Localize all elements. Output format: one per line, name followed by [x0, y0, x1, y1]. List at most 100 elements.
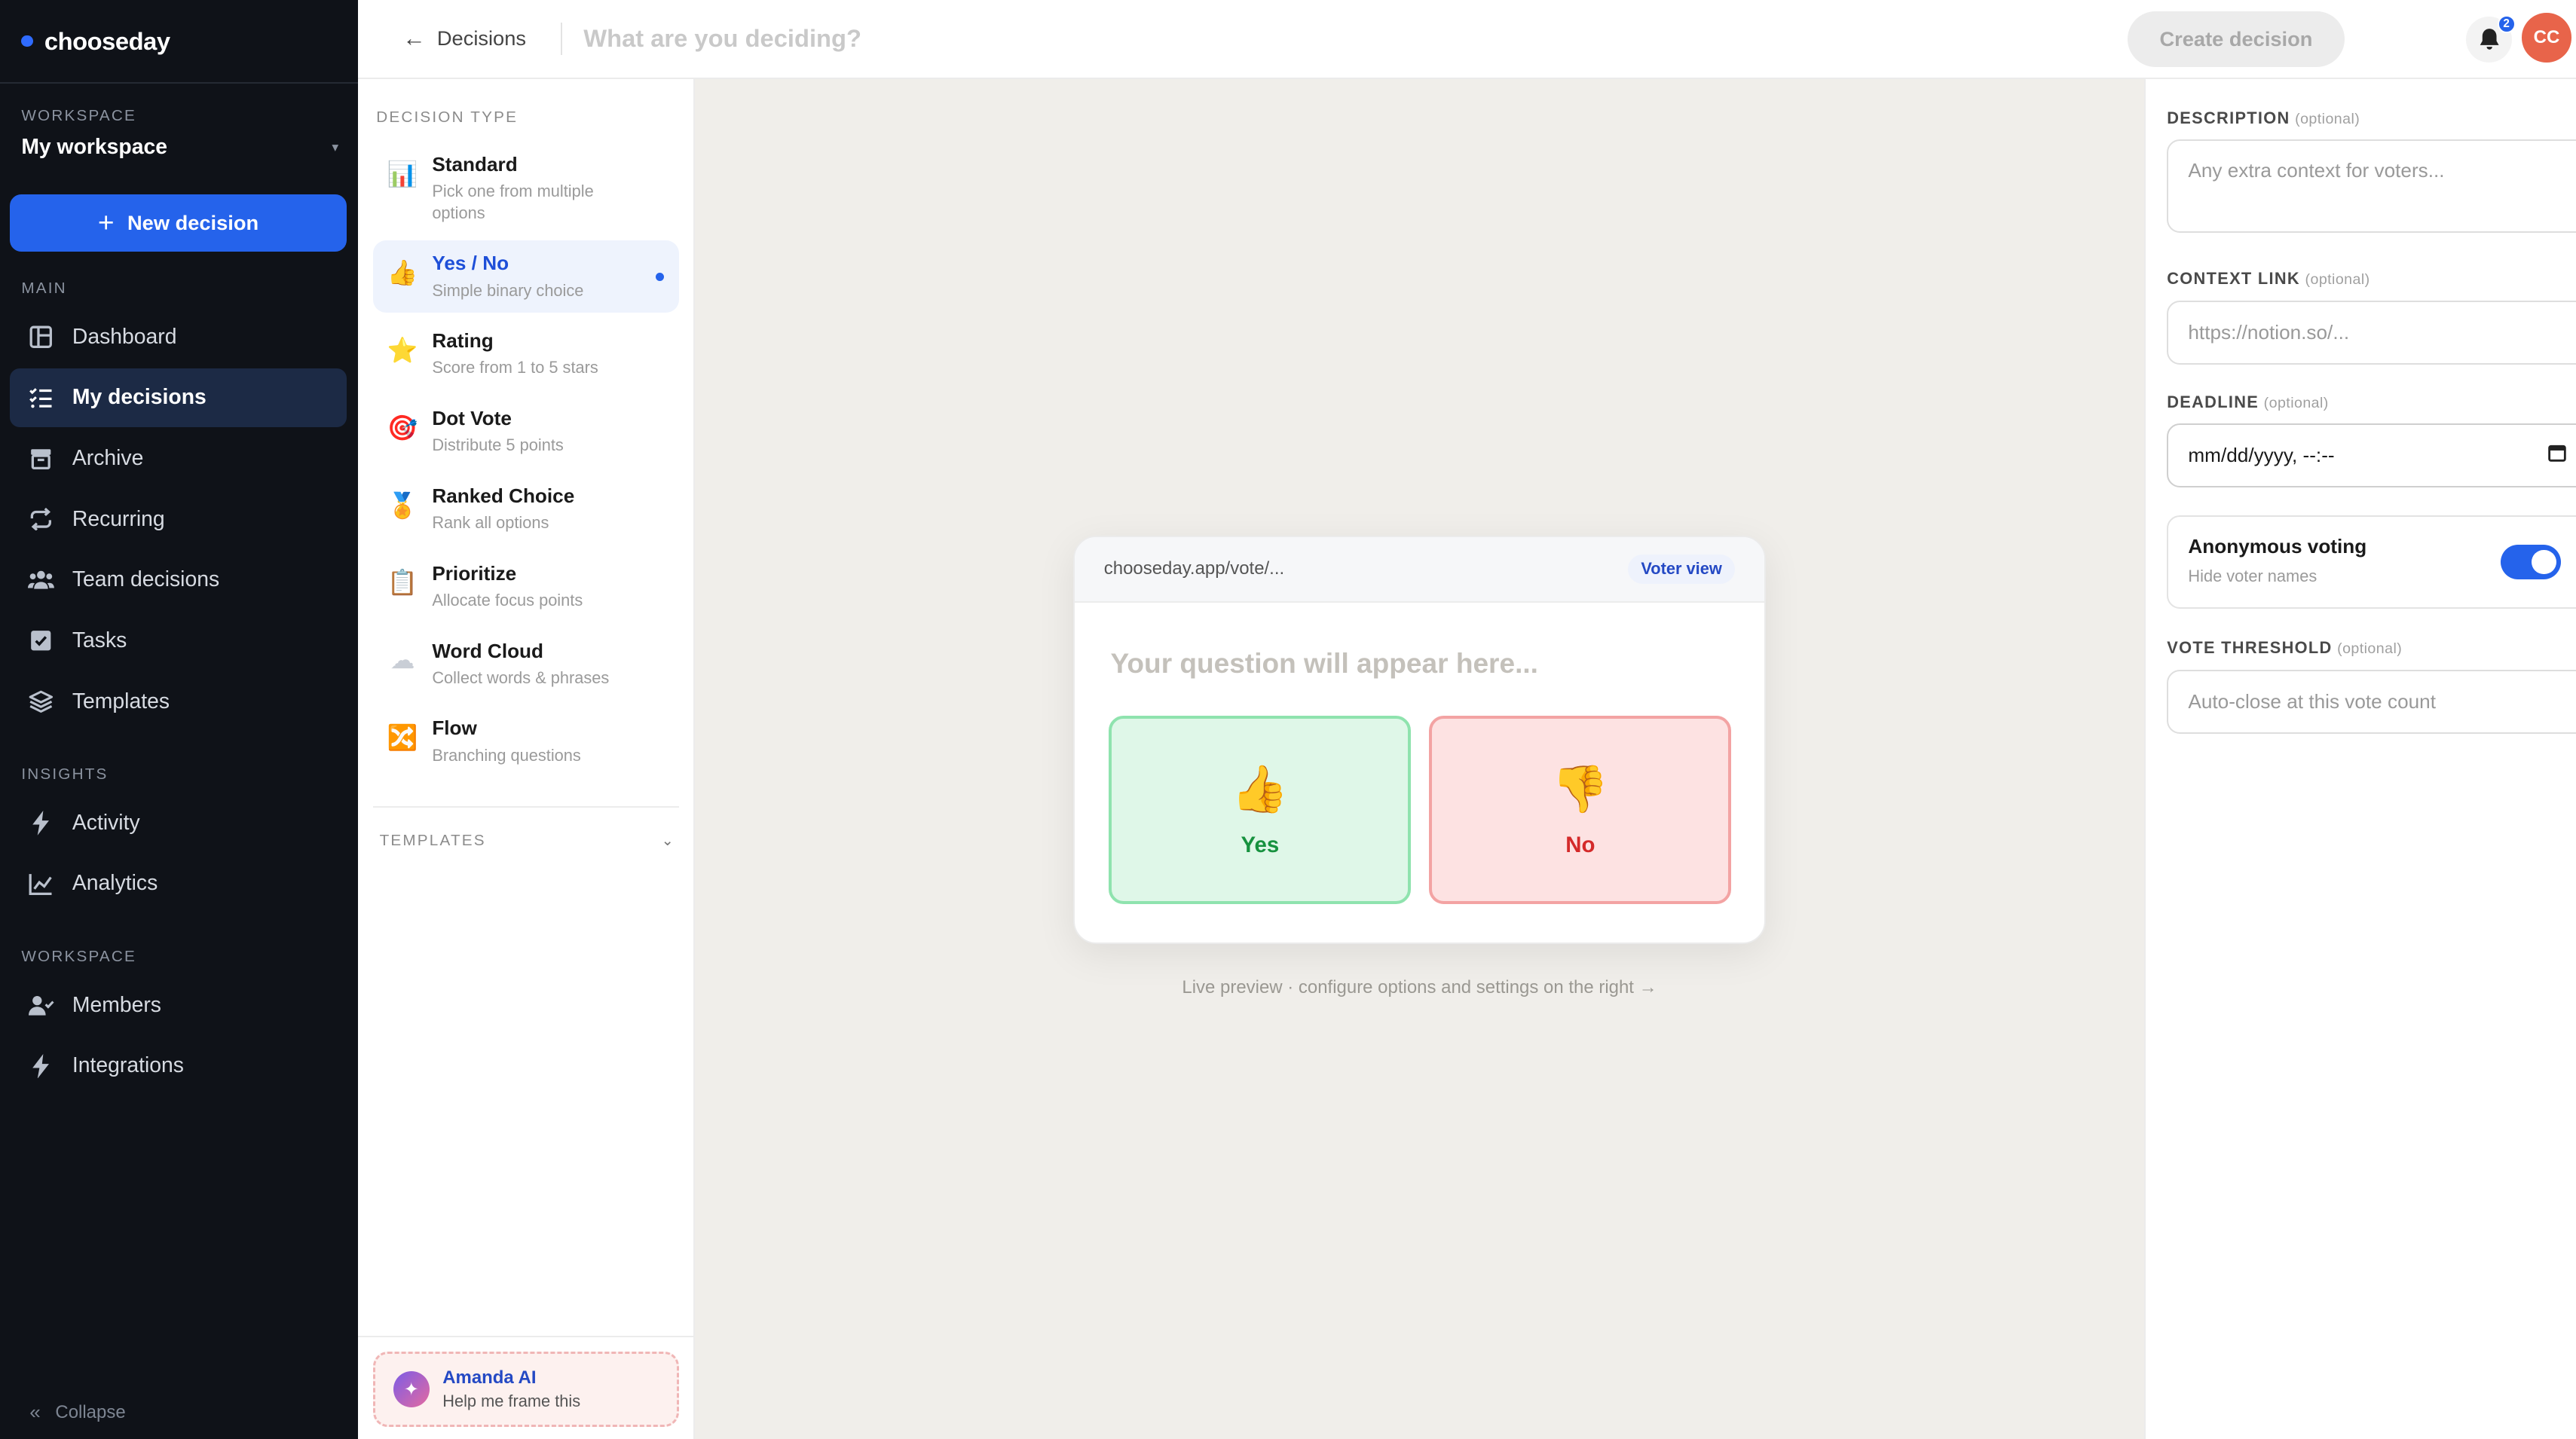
user-check-icon [28, 992, 54, 1019]
context-link-label-text: CONTEXT LINK [2167, 269, 2300, 289]
sidebar-item-activity[interactable]: Activity [10, 793, 347, 852]
ai-assistant-button[interactable]: ✦ Amanda AI Help me frame this [372, 1352, 679, 1428]
team-icon [28, 567, 54, 593]
collapse-label: Collapse [55, 1401, 126, 1422]
sidebar-item-label: Activity [72, 810, 140, 835]
voter-view-badge[interactable]: Voter view [1627, 554, 1736, 584]
brand-name: chooseday [44, 26, 170, 55]
type-title: Rating [432, 328, 494, 352]
chevron-down-icon: ▾ [332, 139, 339, 154]
brand[interactable]: chooseday [0, 0, 359, 84]
selected-dot-icon [656, 273, 664, 282]
type-text: Ranked Choice Rank all options [432, 484, 574, 534]
sidebar-item-dashboard[interactable]: Dashboard [10, 307, 347, 366]
section-label-insights: INSIGHTS [21, 765, 109, 784]
vote-threshold-label-text: VOTE THRESHOLD [2167, 638, 2333, 658]
deadline-label: DEADLINE (optional) [2167, 393, 2576, 412]
type-title: Dot Vote [432, 406, 512, 429]
sidebar-item-archive[interactable]: Archive [10, 429, 347, 487]
type-title: Flow [432, 716, 477, 740]
anonymous-voting-toggle[interactable] [2500, 544, 2562, 579]
workspace-switcher[interactable]: My workspace ▾ [0, 125, 358, 160]
description-label: DESCRIPTION (optional) [2167, 108, 2576, 128]
type-word-cloud[interactable]: ☁ Word Cloud Collect words & phrases [373, 628, 679, 700]
thumbs-up-icon: 👍 [387, 258, 418, 287]
sidebar-item-label: Analytics [72, 871, 158, 896]
sidebar-item-integrations[interactable]: Integrations [10, 1037, 347, 1095]
create-decision-button[interactable]: Create decision [2128, 11, 2345, 68]
vote-no-label: No [1565, 832, 1595, 857]
avatar[interactable]: CC [2522, 13, 2571, 63]
deadline-field[interactable]: mm/dd/yyyy, --:-- [2167, 423, 2576, 487]
type-text: Standard Pick one from multiple options [432, 153, 629, 224]
description-label-text: DESCRIPTION [2167, 108, 2290, 127]
sidebar-item-templates[interactable]: Templates [10, 672, 347, 731]
content-area: DECISION TYPE 📊 Standard Pick one from m… [358, 78, 2576, 1439]
sidebar-item-label: Integrations [72, 1053, 184, 1078]
description-field[interactable]: Any extra context for voters... [2167, 139, 2576, 234]
type-text: Yes / No Simple binary choice [432, 252, 583, 301]
notifications-button[interactable]: 2 [2466, 14, 2516, 63]
brand-dot-icon [21, 35, 33, 47]
sidebar-item-team-decisions[interactable]: Team decisions [10, 551, 347, 610]
ai-subtitle: Help me frame this [442, 1392, 581, 1411]
decision-type-list: 📊 Standard Pick one from multiple option… [358, 127, 693, 783]
type-subtitle: Pick one from multiple options [432, 182, 594, 222]
sidebar-item-recurring[interactable]: Recurring [10, 490, 347, 548]
sidebar-item-label: Templates [72, 689, 170, 713]
section-label-main: MAIN [21, 279, 67, 297]
type-rating[interactable]: ⭐ Rating Score from 1 to 5 stars [373, 318, 679, 390]
app-root: chooseday WORKSPACE My workspace ▾ + New… [0, 0, 2576, 1439]
thumbs-down-icon: 👎 [1551, 762, 1609, 817]
optional-tag: (optional) [2305, 271, 2370, 289]
new-decision-label: New decision [127, 210, 259, 234]
vote-threshold-field[interactable]: Auto-close at this vote count [2167, 669, 2576, 734]
type-ranked-choice[interactable]: 🏅 Ranked Choice Rank all options [373, 472, 679, 545]
type-text: Prioritize Allocate focus points [432, 562, 583, 612]
sidebar-item-members[interactable]: Members [10, 976, 347, 1034]
vote-no-button[interactable]: 👎 No [1429, 715, 1732, 905]
bar-chart-icon: 📊 [387, 159, 418, 188]
type-prioritize[interactable]: 📋 Prioritize Allocate focus points [373, 550, 679, 622]
type-title: Standard [432, 152, 518, 176]
type-subtitle: Score from 1 to 5 stars [432, 358, 598, 377]
preview-card: chooseday.app/vote/... Voter view Your q… [1072, 535, 1767, 945]
list-check-icon [28, 384, 54, 411]
repeat-icon [28, 506, 54, 533]
dashboard-icon [28, 324, 54, 350]
question-input[interactable] [583, 24, 1570, 53]
chevron-down-icon: ⌄ [661, 833, 674, 850]
optional-tag: (optional) [2295, 110, 2360, 127]
type-subtitle: Rank all options [432, 513, 549, 533]
sidebar-item-label: Team decisions [72, 567, 220, 592]
context-link-field[interactable]: https://notion.so/... [2167, 300, 2576, 365]
bolt-icon [28, 810, 54, 836]
type-subtitle: Collect words & phrases [432, 668, 610, 688]
sidebar-item-tasks[interactable]: Tasks [10, 611, 347, 670]
type-flow[interactable]: 🔀 Flow Branching questions [373, 705, 679, 778]
sidebar-item-label: Recurring [72, 506, 165, 531]
optional-tag: (optional) [2337, 640, 2403, 658]
sidebar-item-my-decisions[interactable]: My decisions [10, 368, 347, 428]
type-text: Dot Vote Distribute 5 points [432, 407, 563, 457]
collapse-button[interactable]: « Collapse [29, 1401, 125, 1424]
calendar-icon[interactable] [2548, 444, 2566, 467]
vote-yes-label: Yes [1241, 832, 1280, 857]
arrow-left-icon: ← [402, 25, 426, 51]
sidebar-item-label: Members [72, 992, 161, 1017]
sparkle-icon: ✦ [393, 1371, 430, 1408]
toggle-knob [2532, 549, 2556, 575]
chart-line-icon [28, 871, 54, 897]
notification-badge: 2 [2497, 14, 2516, 33]
new-decision-button[interactable]: + New decision [10, 194, 347, 252]
vote-yes-button[interactable]: 👍 Yes [1109, 715, 1412, 905]
type-dot-vote[interactable]: 🎯 Dot Vote Distribute 5 points [373, 396, 679, 468]
back-button[interactable]: ← Decisions [402, 26, 526, 52]
type-standard[interactable]: 📊 Standard Pick one from multiple option… [373, 141, 679, 235]
sidebar-item-analytics[interactable]: Analytics [10, 854, 347, 913]
templates-toggle[interactable]: TEMPLATES ⌄ [358, 808, 693, 851]
layers-icon [28, 689, 54, 715]
decision-type-label: DECISION TYPE [376, 108, 519, 126]
type-yes-no[interactable]: 👍 Yes / No Simple binary choice [372, 240, 679, 313]
shuffle-icon: 🔀 [387, 723, 418, 753]
